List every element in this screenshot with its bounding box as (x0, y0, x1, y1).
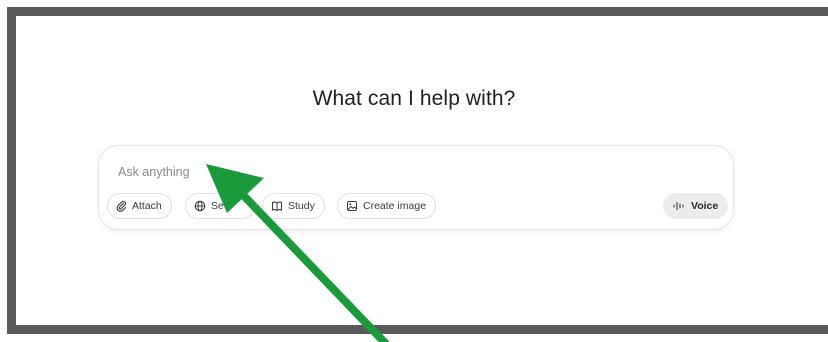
attach-button-label: Attach (132, 200, 162, 212)
composer: Attach Se Study Create image Voice (98, 145, 734, 230)
page-title: What can I help with? (312, 87, 516, 110)
create-image-button-label: Create image (363, 200, 427, 212)
image-icon (346, 200, 358, 212)
search-button-label: Se (211, 200, 224, 212)
study-button[interactable]: Study (262, 193, 325, 219)
attach-button[interactable]: Attach (107, 193, 172, 219)
voice-button[interactable]: Voice (663, 193, 729, 219)
globe-icon (194, 200, 206, 212)
voice-button-label: Voice (691, 200, 719, 212)
paperclip-icon (116, 200, 127, 212)
create-image-button[interactable]: Create image (337, 193, 437, 219)
study-button-label: Study (288, 200, 315, 212)
prompt-input[interactable] (118, 162, 678, 182)
search-button[interactable]: Se (185, 193, 255, 219)
book-icon (271, 200, 283, 212)
waveform-icon (672, 200, 686, 212)
